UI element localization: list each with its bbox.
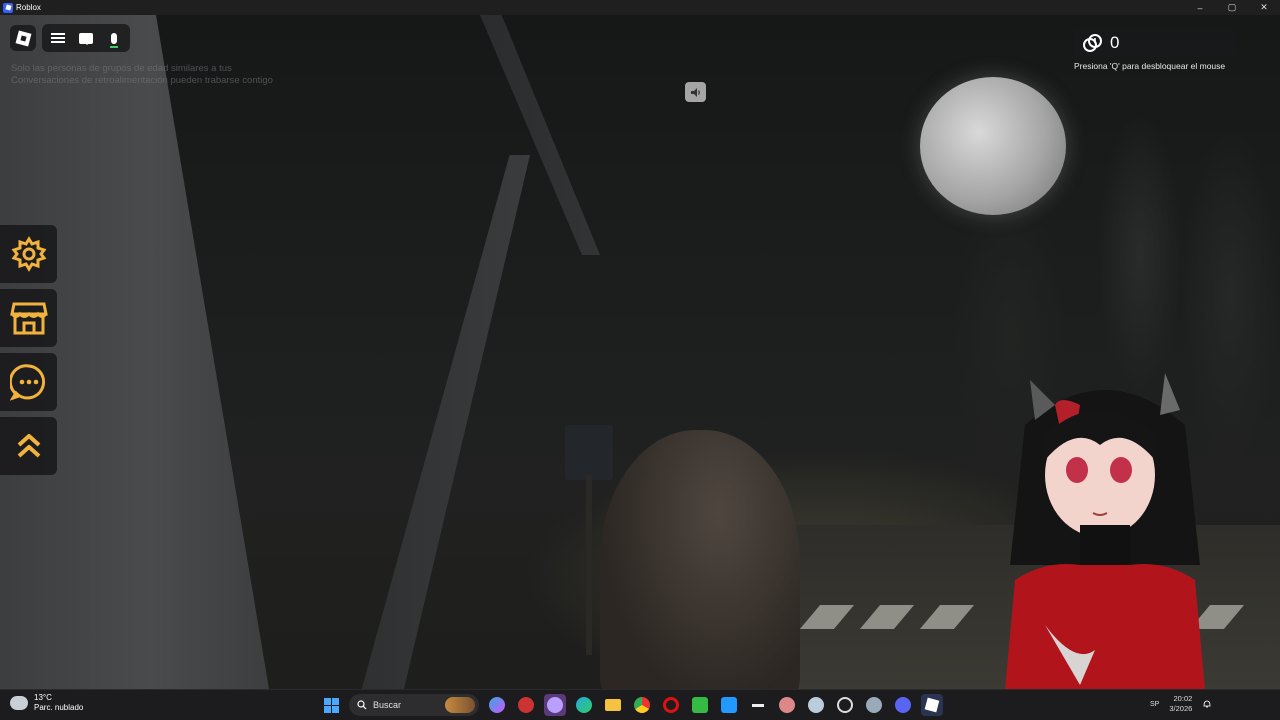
taskbar-app-game[interactable] — [515, 694, 537, 716]
clock-time: 20:02 — [1173, 694, 1193, 703]
taskbar-app-vtuber[interactable] — [544, 694, 566, 716]
taskbar-app-paint[interactable] — [718, 694, 740, 716]
edge-icon — [576, 697, 592, 713]
bus-stop-sign — [565, 425, 613, 480]
hamburger-icon — [51, 33, 65, 43]
more-menu-button[interactable] — [45, 25, 71, 51]
gear-app-icon — [866, 697, 882, 713]
expand-button[interactable] — [0, 417, 57, 475]
weather-desc: Parc. nublado — [34, 703, 84, 712]
chat-button[interactable] — [0, 353, 57, 411]
maximize-button[interactable]: ▢ — [1216, 0, 1248, 15]
steam-icon — [808, 697, 824, 713]
chat-notice-line2: Conversaciones de retroalimentación pued… — [11, 75, 273, 86]
minimize-button[interactable]: – — [1184, 0, 1216, 15]
copilot-icon — [489, 697, 505, 713]
taskbar-app-chrome[interactable] — [631, 694, 653, 716]
weather-text: 13°C Parc. nublado — [34, 693, 83, 713]
taskbar-app-roblox[interactable] — [921, 694, 943, 716]
side-menu — [0, 225, 57, 475]
taskbar-app-settings[interactable] — [863, 694, 885, 716]
taskbar-app-explorer[interactable] — [602, 694, 624, 716]
settings-icon — [11, 236, 46, 272]
moon — [920, 77, 1066, 215]
opera-icon — [663, 697, 679, 713]
taskbar-app-copilot[interactable] — [486, 694, 508, 716]
weather-widget[interactable]: 13°C Parc. nublado — [8, 693, 83, 713]
notification-bell-icon[interactable] — [1202, 699, 1212, 709]
clock-date: 3/2026 — [1169, 704, 1193, 713]
search-icon — [357, 700, 367, 710]
discord-icon — [895, 697, 911, 713]
chrome-icon — [634, 697, 650, 713]
shop-button[interactable] — [0, 289, 57, 347]
obs-icon — [837, 697, 853, 713]
points-icon — [1083, 34, 1102, 52]
chat-notice: Solo las personas de grupos de edad simi… — [11, 63, 273, 87]
shop-icon — [9, 302, 48, 335]
roblox-taskbar-icon — [924, 697, 940, 713]
chat-toggle-button[interactable] — [73, 25, 99, 51]
paint-icon — [721, 697, 737, 713]
pillar-middle — [360, 155, 530, 689]
chat-notice-line1: Solo las personas de grupos de edad simi… — [11, 63, 232, 74]
partly-cloudy-icon — [8, 693, 28, 710]
window-title: Roblox — [16, 3, 41, 12]
folder-icon — [605, 699, 621, 711]
points-value: 0 — [1110, 33, 1120, 52]
game-app-icon — [518, 697, 534, 713]
character-app-icon — [779, 697, 795, 713]
taskbar-apps: Buscar — [320, 694, 943, 716]
mouse-unlock-hint: Presiona 'Q' para desbloquear el mouse — [1074, 61, 1226, 71]
taskbar-app-notepad[interactable] — [689, 694, 711, 716]
roblox-logo-icon — [15, 30, 31, 46]
taskbar-app-edge[interactable] — [573, 694, 595, 716]
player-character-head — [600, 430, 800, 689]
language-indicator[interactable]: SP — [1150, 701, 1159, 708]
taskbar-app-opera[interactable] — [660, 694, 682, 716]
roblox-menu-button[interactable] — [10, 25, 36, 51]
microphone-icon — [110, 32, 118, 48]
points-counter: 0 — [1074, 29, 1236, 57]
taskbar-app-steam[interactable] — [805, 694, 827, 716]
search-highlight-icon — [445, 697, 475, 713]
taskbar-app-capcut[interactable] — [747, 694, 769, 716]
mic-toggle-button[interactable] — [101, 25, 127, 51]
taskbar-search[interactable]: Buscar — [349, 694, 479, 716]
system-tray: SP 20:02 3/2026 — [1150, 694, 1212, 714]
windows-taskbar: 13°C Parc. nublado Buscar SP 20:02 3/202… — [0, 689, 1280, 720]
chat-dots-icon — [9, 364, 45, 401]
vtuber-app-icon — [547, 697, 563, 713]
roblox-app-icon — [3, 2, 13, 13]
windows-logo-icon — [323, 697, 339, 713]
topbar-group — [42, 24, 130, 52]
close-button[interactable]: ✕ — [1248, 0, 1280, 15]
start-button[interactable] — [320, 694, 342, 716]
taskbar-app-character[interactable] — [776, 694, 798, 716]
voice-speaker-icon[interactable] — [685, 82, 706, 102]
capcut-icon — [752, 703, 764, 707]
notepad-icon — [692, 697, 708, 713]
taskbar-app-discord[interactable] — [892, 694, 914, 716]
clock[interactable]: 20:02 3/2026 — [1169, 694, 1192, 714]
search-placeholder: Buscar — [373, 700, 402, 710]
window-titlebar: Roblox – ▢ ✕ — [0, 0, 1280, 15]
taskbar-app-obs[interactable] — [834, 694, 856, 716]
settings-button[interactable] — [0, 225, 57, 283]
speaker-icon — [690, 87, 700, 97]
chevron-up-icon — [17, 434, 40, 458]
sign-pole — [586, 475, 592, 655]
vtuber-avatar — [1005, 373, 1205, 690]
roblox-topbar — [10, 24, 130, 52]
chat-bubble-icon — [79, 32, 93, 45]
weather-temp: 13°C — [34, 693, 52, 702]
